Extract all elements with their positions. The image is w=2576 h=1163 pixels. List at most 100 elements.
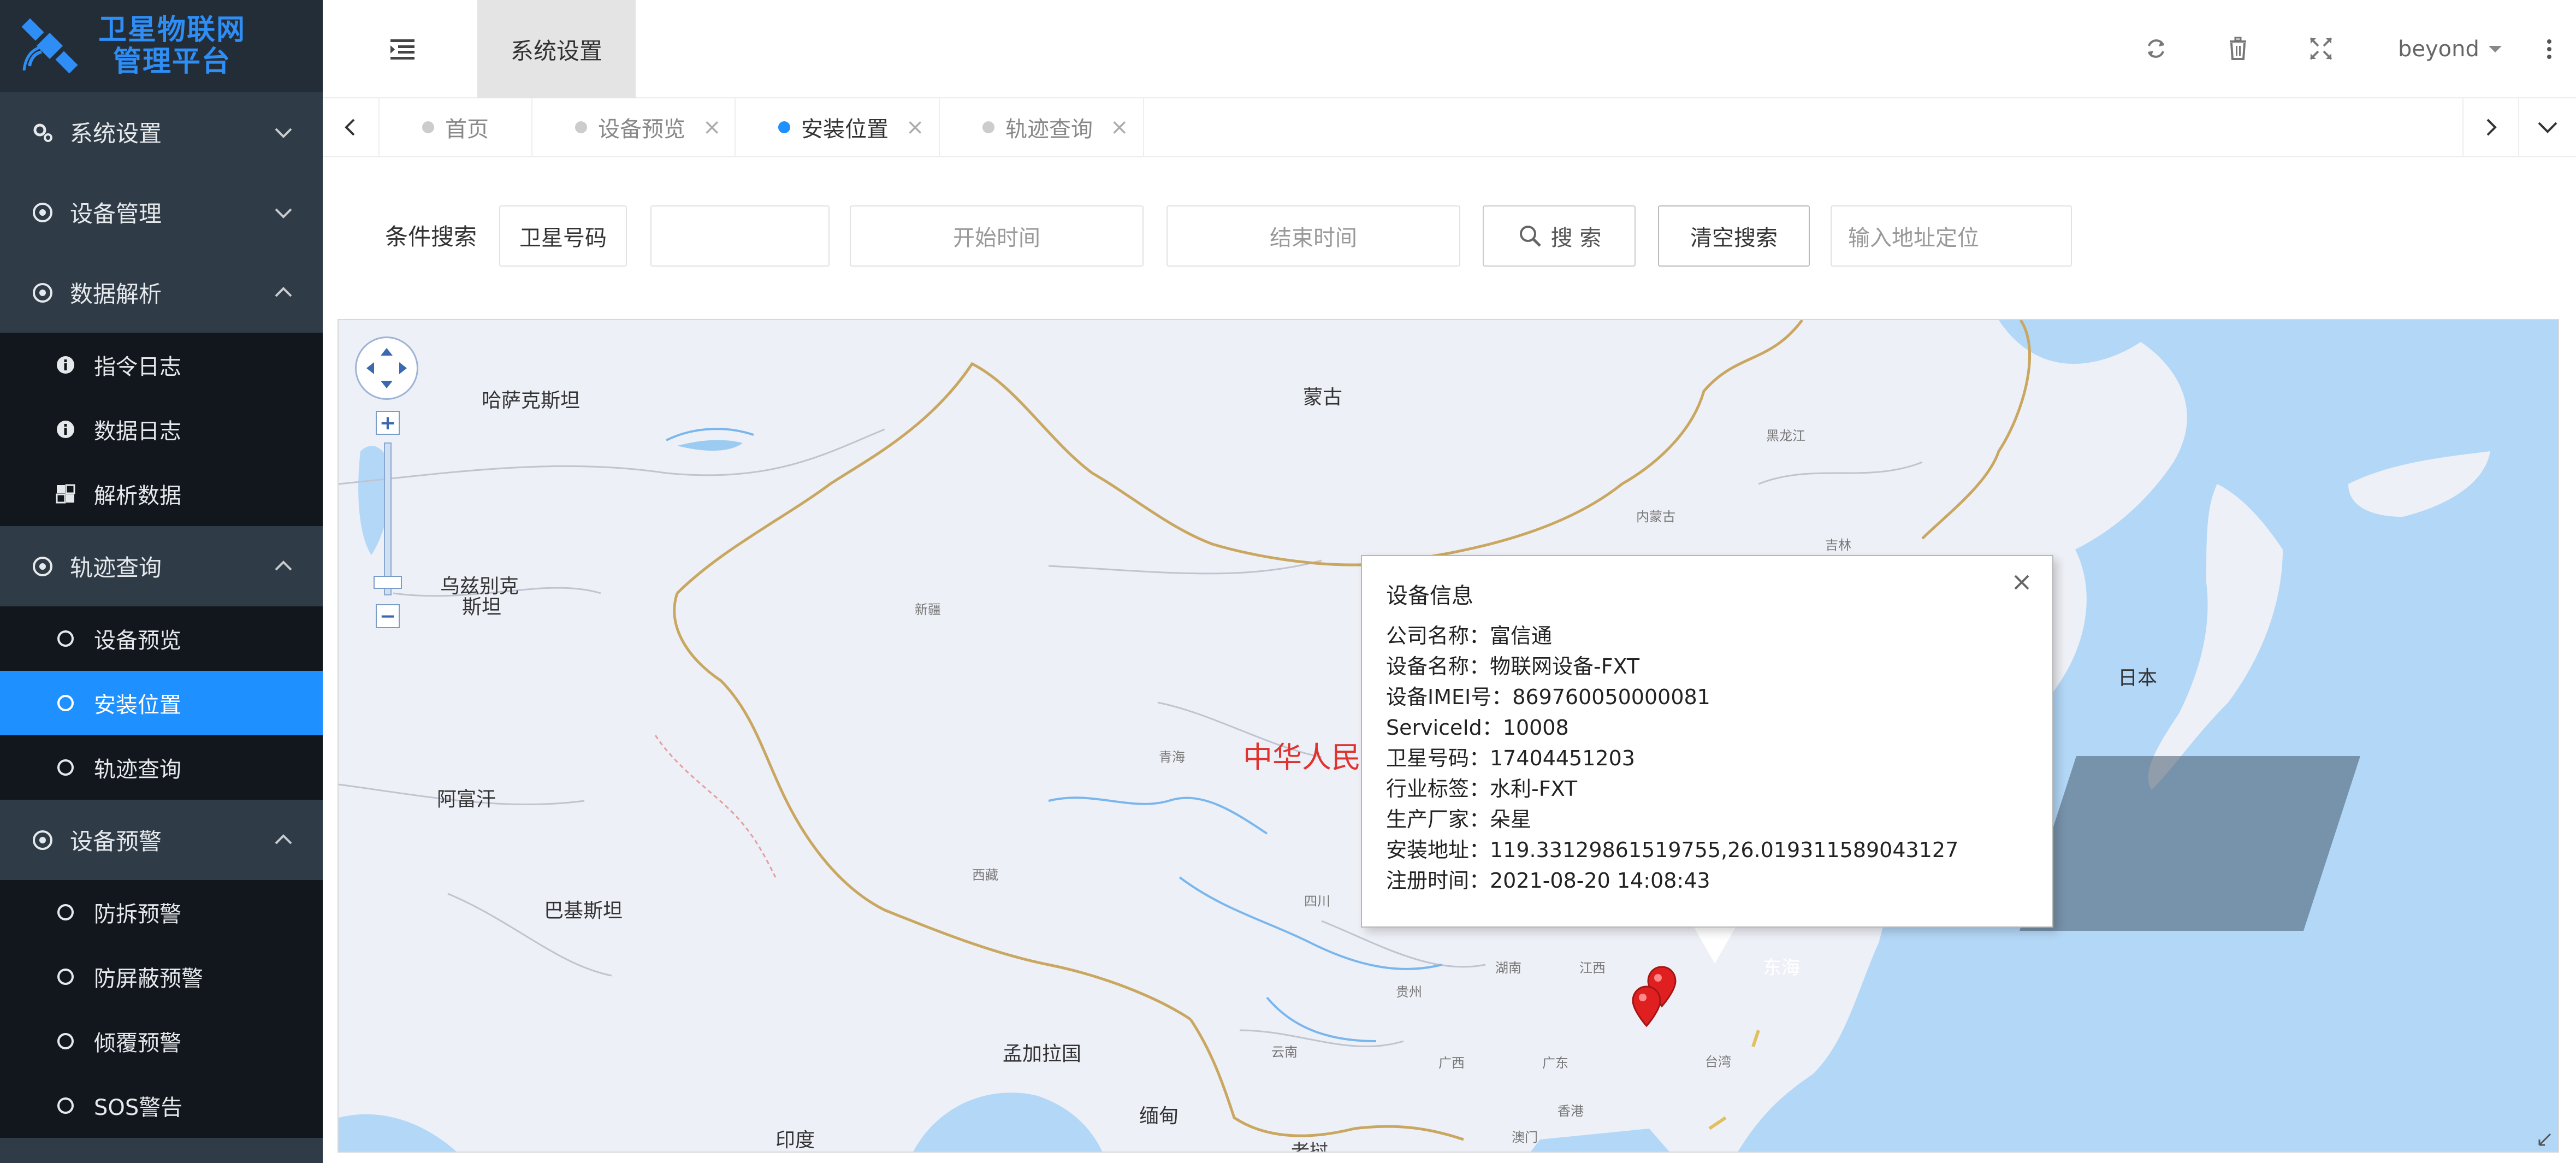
clear-search-button[interactable]: 清空搜索 (1658, 205, 1810, 267)
map-label-heilongjiang: 黑龙江 (1766, 428, 1805, 444)
sidebar-item-label: 指令日志 (94, 355, 181, 380)
sidebar-group-device-alerts[interactable]: 设备预警 (0, 800, 323, 880)
chevron-down-icon (2538, 122, 2557, 133)
map-label-guizhou: 贵州 (1396, 984, 1422, 1000)
search-icon (1519, 226, 1541, 247)
zoom-in-button[interactable]: + (376, 411, 400, 435)
trash-icon[interactable] (2223, 34, 2253, 63)
keyword-input[interactable] (650, 205, 830, 267)
sidebar-item-label: SOS警告 (94, 1095, 183, 1120)
target-icon (31, 200, 55, 225)
chevron-left-icon (345, 119, 355, 136)
sidebar-item-track-query[interactable]: 轨迹查询 (0, 735, 323, 800)
refresh-icon[interactable] (2141, 34, 2171, 63)
circle-icon (55, 966, 76, 988)
tab-install-location[interactable]: 安装位置 × (736, 98, 940, 156)
popup-shadow (2020, 756, 2360, 931)
sidebar-item-data-log[interactable]: 数据日志 (0, 397, 323, 462)
menu-fold-icon[interactable] (388, 36, 417, 62)
search-button[interactable]: 搜 索 (1483, 205, 1636, 267)
close-icon[interactable] (2010, 570, 2034, 594)
map-label-mongolia: 蒙古 (1303, 386, 1343, 409)
popup-row-manufacturer: 生产厂家：朵星 (1386, 807, 1532, 831)
map-label-jiangxi: 江西 (1579, 960, 1606, 976)
map-resize-icon[interactable] (2537, 1132, 2553, 1147)
sidebar-item-command-log[interactable]: 指令日志 (0, 333, 323, 397)
sidebar-group-label: 设备管理 (70, 200, 162, 227)
sidebar-group-device-management[interactable]: 设备管理 (0, 172, 323, 252)
device-info-popup: 设备信息 公司名称：富信通 设备名称：物联网设备-FXT 设备IMEI号：869… (1361, 555, 2053, 928)
tab-close-icon[interactable]: × (1110, 115, 1129, 140)
tab-device-preview[interactable]: 设备预览 × (532, 98, 736, 156)
sidebar-item-tamper-alert[interactable]: 防拆预警 (0, 880, 323, 944)
tab-label: 设备预览 (598, 117, 685, 142)
zoom-slider-handle[interactable] (374, 576, 402, 589)
map-label-laos: 老挝 (1291, 1141, 1328, 1153)
map-label-taiwan: 台湾 (1705, 1054, 1731, 1070)
device-marker[interactable] (1631, 984, 1662, 1028)
more-vertical-icon[interactable] (2541, 34, 2557, 64)
user-menu[interactable]: beyond (2398, 33, 2504, 66)
sidebar-item-sos-alert[interactable]: SOS警告 (0, 1073, 323, 1138)
search-label: 条件搜索 (385, 223, 477, 250)
map-label-myanmar: 缅甸 (1139, 1105, 1179, 1127)
address-locate-input[interactable]: 输入地址定位 (1831, 205, 2072, 267)
zoom-out-button[interactable]: − (376, 604, 400, 628)
tab-home[interactable]: 首页 (380, 98, 532, 156)
sidebar-group-track-query[interactable]: 轨迹查询 (0, 526, 323, 606)
popup-row-device-name: 设备名称：物联网设备-FXT (1386, 654, 1640, 678)
search-field-select[interactable]: 卫星号码 (499, 205, 627, 267)
top-header: 系统设置 beyond (323, 0, 2576, 98)
info-icon (55, 418, 76, 440)
sidebar-item-tilt-alert[interactable]: 倾覆预警 (0, 1009, 323, 1073)
map-label-qinghai: 青海 (1159, 749, 1185, 765)
logo[interactable]: 卫星物联网 管理平台 (0, 0, 323, 92)
sidebar-group-label: 轨迹查询 (70, 554, 162, 581)
user-name: beyond (2398, 37, 2479, 62)
fullscreen-icon[interactable] (2306, 34, 2336, 63)
tab-scroll-left[interactable] (323, 98, 380, 156)
popup-row-satellite-number: 卫星号码：17404451203 (1386, 746, 1635, 770)
circle-icon (55, 628, 76, 650)
tab-scroll-right[interactable] (2462, 98, 2519, 156)
sidebar-group-system-settings[interactable]: 系统设置 (0, 92, 323, 172)
popup-row-imei: 设备IMEI号：869760050000081 (1386, 685, 1710, 709)
puzzle-icon (55, 483, 76, 505)
sidebar-item-parsed-data[interactable]: 解析数据 (0, 462, 323, 526)
map-label-yunnan: 云南 (1271, 1044, 1298, 1060)
pan-arrows-icon (366, 348, 407, 388)
sidebar-item-install-location[interactable]: 安装位置 (0, 671, 323, 735)
end-time-input[interactable]: 结束时间 (1166, 205, 1460, 267)
submenu-track-query: 设备预览 安装位置 轨迹查询 (0, 606, 323, 800)
tab-status-dot (422, 121, 434, 133)
popup-row-service-id: ServiceId：10008 (1386, 716, 1569, 740)
sidebar-item-device-preview[interactable]: 设备预览 (0, 606, 323, 671)
sidebar-item-shield-alert[interactable]: 防屏蔽预警 (0, 944, 323, 1009)
map-label-guangdong: 广东 (1542, 1055, 1568, 1071)
satellite-logo-icon (21, 18, 78, 74)
tab-bar: 首页 设备预览 × 安装位置 × 轨迹查询 × (323, 98, 2576, 157)
chevron-down-icon (275, 128, 292, 138)
sidebar: 卫星物联网 管理平台 系统设置 设备管理 数据解析 指令日志 数据日志 解析数据… (0, 0, 323, 1163)
popup-row-install-address: 安装地址：119.33129861519755,26.0193115890431… (1386, 838, 1959, 862)
sidebar-group-data-parsing[interactable]: 数据解析 (0, 252, 323, 333)
circle-icon (55, 901, 76, 923)
map-label-uzbekistan-2: 斯坦 (462, 596, 502, 618)
target-icon (31, 281, 55, 305)
start-time-input[interactable]: 开始时间 (850, 205, 1144, 267)
popup-row-company: 公司名称：富信通 (1386, 624, 1553, 648)
tab-dropdown[interactable] (2519, 98, 2576, 156)
popup-tail (1693, 925, 1737, 964)
tab-close-icon[interactable]: × (906, 115, 925, 140)
map-label-guangxi: 广西 (1438, 1055, 1465, 1071)
header-module-tab[interactable]: 系统设置 (477, 0, 636, 98)
map-label-india: 印度 (775, 1129, 815, 1152)
map-pan-control[interactable] (355, 336, 418, 400)
tab-close-icon[interactable]: × (703, 115, 721, 140)
chevron-up-icon (275, 560, 292, 570)
map-label-china: 中华人民 (1243, 740, 1361, 775)
zoom-slider-track[interactable] (384, 442, 392, 595)
map-view[interactable]: 哈萨克斯坦 蒙古 乌兹别克 斯坦 阿富汗 巴基斯坦 孟加拉国 印度 缅甸 日本 … (337, 319, 2559, 1153)
sidebar-item-label: 防拆预警 (94, 902, 181, 927)
tab-track-query[interactable]: 轨迹查询 × (940, 98, 1144, 156)
